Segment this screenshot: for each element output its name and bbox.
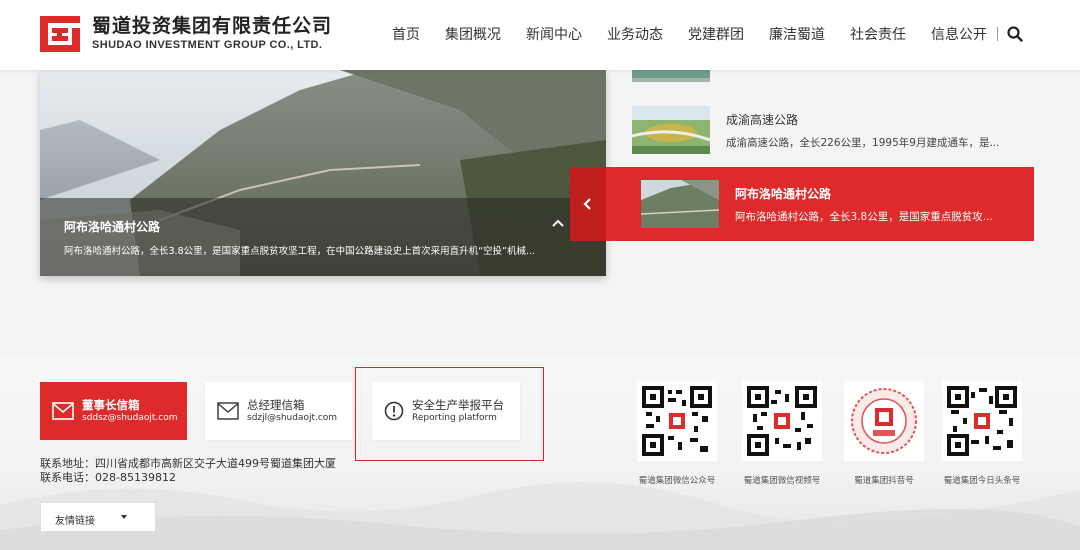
nav-social[interactable]: 社会责任 xyxy=(850,24,906,44)
nav-home[interactable]: 首页 xyxy=(392,24,420,44)
logo-name-cn: 蜀道投资集团有限责任公司 xyxy=(92,15,333,37)
nav-overview[interactable]: 集团概况 xyxy=(445,24,501,44)
hero-description: 阿布洛哈通村公路，全长3.8公里，是国家重点脱贫攻坚工程，在中国公路建设史上首次… xyxy=(64,246,536,257)
logo-mark-icon xyxy=(40,14,80,54)
nav-disclosure[interactable]: 信息公开 xyxy=(931,24,987,44)
gm-mailbox-email: sdzjl@shudaojt.com xyxy=(247,413,338,423)
chairman-mailbox-email: sddsz@shudaojt.com xyxy=(82,413,178,423)
qr-wechat-video[interactable]: 蜀道集团微信视频号 xyxy=(741,381,823,486)
mail-icon xyxy=(217,402,239,420)
qr-douyin[interactable]: 蜀道集团抖音号 xyxy=(843,381,925,486)
qr-code-icon xyxy=(742,381,822,461)
site-footer: 董事长信箱 sddsz@shudaojt.com 总经理信箱 sdzjl@shu… xyxy=(0,355,1080,550)
logo-name-en: SHUDAO INVESTMENT GROUP CO., LTD. xyxy=(92,39,323,51)
news-title[interactable]: 阿布洛哈通村公路 xyxy=(735,185,1015,202)
qr-label: 蜀道集团微信公众号 xyxy=(638,476,716,486)
nav-news[interactable]: 新闻中心 xyxy=(526,24,582,44)
nav-divider xyxy=(997,27,998,41)
safety-report-subtitle: Reporting platform xyxy=(412,413,497,423)
friend-links-select[interactable]: 友情链接 xyxy=(40,502,156,532)
gm-mailbox-title: 总经理信箱 xyxy=(247,398,305,412)
hero-caption: 阿布洛哈通村公路 阿布洛哈通村公路，全长3.8公里，是国家重点脱贫攻坚工程，在中… xyxy=(40,198,606,276)
qr-code-icon xyxy=(844,381,924,461)
qr-code-icon xyxy=(637,381,717,461)
chevron-up-icon[interactable] xyxy=(550,216,566,230)
main-content: 阿布洛哈通村公路 阿布洛哈通村公路，全长3.8公里，是国家重点脱贫攻坚工程，在中… xyxy=(0,60,1080,355)
caret-down-icon xyxy=(121,515,127,519)
nav-party[interactable]: 党建群团 xyxy=(688,24,744,44)
chairman-mailbox-button[interactable]: 董事长信箱 sddsz@shudaojt.com xyxy=(40,382,187,440)
chairman-mailbox-title: 董事长信箱 xyxy=(82,398,140,412)
hero-slide[interactable]: 阿布洛哈通村公路 阿布洛哈通村公路，全长3.8公里，是国家重点脱贫攻坚工程，在中… xyxy=(40,70,606,276)
news-item-active[interactable]: 阿布洛哈通村公路 阿布洛哈通村公路，全长3.8公里，是国家重点脱贫攻... xyxy=(570,167,1034,241)
qr-code-icon xyxy=(942,381,1022,461)
news-description: 阿布洛哈通村公路，全长3.8公里，是国家重点脱贫攻... xyxy=(735,210,993,223)
chevron-left-icon[interactable] xyxy=(570,167,606,241)
qr-wechat-official[interactable]: 蜀道集团微信公众号 xyxy=(636,381,718,486)
alert-circle-icon xyxy=(384,401,404,421)
qr-label: 蜀道集团微信视频号 xyxy=(743,476,821,486)
qr-toutiao[interactable]: 蜀道集团今日头条号 xyxy=(941,381,1023,486)
news-description: 成渝高速公路，全长226公里，1995年9月建成通车，是... xyxy=(726,136,1000,149)
contact-phone: 联系电话：028-85139812 xyxy=(40,471,176,484)
safety-report-button[interactable]: 安全生产举报平台 Reporting platform xyxy=(372,382,520,440)
site-header: 蜀道投资集团有限责任公司 SHUDAO INVESTMENT GROUP CO.… xyxy=(0,0,1080,70)
gm-mailbox-button[interactable]: 总经理信箱 sdzjl@shudaojt.com xyxy=(205,382,352,440)
contact-address: 联系地址：四川省成都市高新区交子大道499号蜀道集团大厦 xyxy=(40,457,336,470)
hero-title[interactable]: 阿布洛哈通村公路 xyxy=(64,218,582,235)
news-title[interactable]: 成渝高速公路 xyxy=(726,111,1018,128)
safety-report-title: 安全生产举报平台 xyxy=(412,398,504,412)
list-item[interactable]: 成渝高速公路 成渝高速公路，全长226公里，1995年9月建成通车，是... xyxy=(631,104,1032,156)
mail-icon xyxy=(52,402,74,420)
news-thumbnail xyxy=(631,106,711,154)
qr-label: 蜀道集团抖音号 xyxy=(854,476,914,486)
main-nav: 首页 集团概况 新闻中心 业务动态 党建群团 廉洁蜀道 社会责任 信息公开 xyxy=(392,24,1024,44)
qr-label: 蜀道集团今日头条号 xyxy=(943,476,1021,486)
nav-business[interactable]: 业务动态 xyxy=(607,24,663,44)
search-icon[interactable] xyxy=(1006,25,1024,43)
friend-links-label: 友情链接 xyxy=(55,516,95,527)
news-thumbnail xyxy=(640,180,720,228)
logo[interactable]: 蜀道投资集团有限责任公司 SHUDAO INVESTMENT GROUP CO.… xyxy=(40,14,332,54)
nav-integrity[interactable]: 廉洁蜀道 xyxy=(769,24,825,44)
contact-info: 联系地址：四川省成都市高新区交子大道499号蜀道集团大厦 联系电话：028-85… xyxy=(40,457,336,485)
